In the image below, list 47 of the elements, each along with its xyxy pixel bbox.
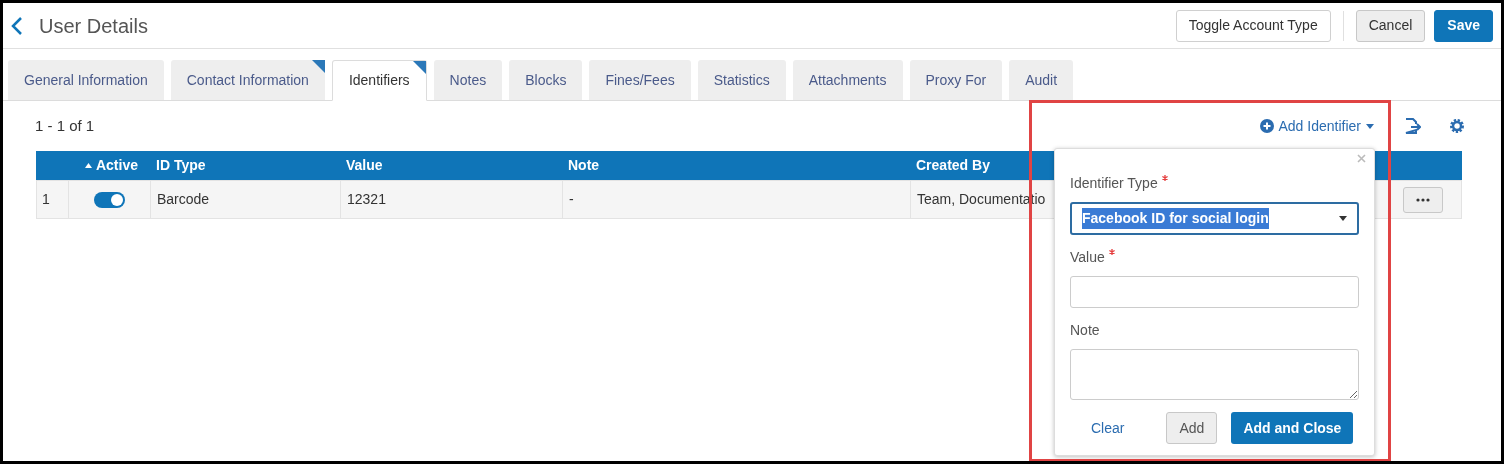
export-icon[interactable] (1403, 117, 1421, 135)
column-header[interactable]: Value (346, 155, 383, 176)
plus-circle-icon (1259, 119, 1274, 133)
value-field[interactable] (1070, 276, 1359, 308)
tab[interactable]: Identifiers (331, 60, 427, 101)
required-icon (1161, 175, 1168, 181)
add-button[interactable]: Add (1166, 412, 1218, 444)
save-button[interactable]: Save (1434, 9, 1493, 42)
toggle-button[interactable]: Toggle Account Type (1175, 9, 1331, 42)
sort-up-icon[interactable] (84, 163, 92, 168)
results-count: 1 - 1 of 1 (35, 115, 95, 136)
column-header[interactable]: Created By (916, 155, 990, 176)
tab[interactable]: Fines/Fees (589, 60, 691, 100)
tab[interactable]: Notes (433, 60, 503, 100)
clear-link[interactable]: Clear (1091, 417, 1125, 439)
column-header[interactable]: Note (568, 155, 600, 176)
cancel-button[interactable]: Cancel (1355, 9, 1426, 42)
row-number: 1 (42, 190, 50, 209)
field-label: Identifier Type (1070, 174, 1158, 193)
more-icon (1416, 197, 1430, 202)
caret-icon (1366, 123, 1374, 129)
field-label: Note (1070, 321, 1100, 340)
tab[interactable]: Blocks (509, 60, 583, 100)
table-cell-text: 12321 (347, 190, 386, 209)
settings-icon[interactable] (1449, 118, 1465, 134)
tab[interactable]: Audit (1009, 60, 1074, 100)
caret-icon (1339, 216, 1347, 221)
table-cell-text: Barcode (157, 190, 210, 209)
tab[interactable]: Statistics (697, 60, 786, 100)
column-header[interactable]: Active (95, 155, 138, 176)
column-header[interactable]: ID Type (156, 155, 206, 176)
page-title: User Details (39, 13, 148, 39)
tab[interactable]: Contact Information (170, 60, 325, 100)
add-and-close-button[interactable]: Add and Close (1231, 412, 1354, 444)
tab[interactable]: Proxy For (909, 60, 1003, 100)
field-label: Value (1070, 248, 1105, 267)
tab[interactable]: Attachments (792, 60, 903, 100)
active-toggle[interactable] (94, 191, 125, 208)
identifier-type-select[interactable]: Facebook ID for social login (1070, 202, 1359, 235)
corner-flag-icon (311, 60, 325, 73)
corner-flag-icon (412, 61, 426, 74)
back-icon[interactable] (11, 15, 23, 36)
required-icon (1108, 249, 1115, 255)
table-cell-text: - (569, 190, 574, 209)
tab[interactable]: General Information (8, 60, 164, 100)
note-field[interactable] (1070, 349, 1359, 400)
add-identifier-button[interactable]: Add Identifier (1259, 115, 1374, 137)
